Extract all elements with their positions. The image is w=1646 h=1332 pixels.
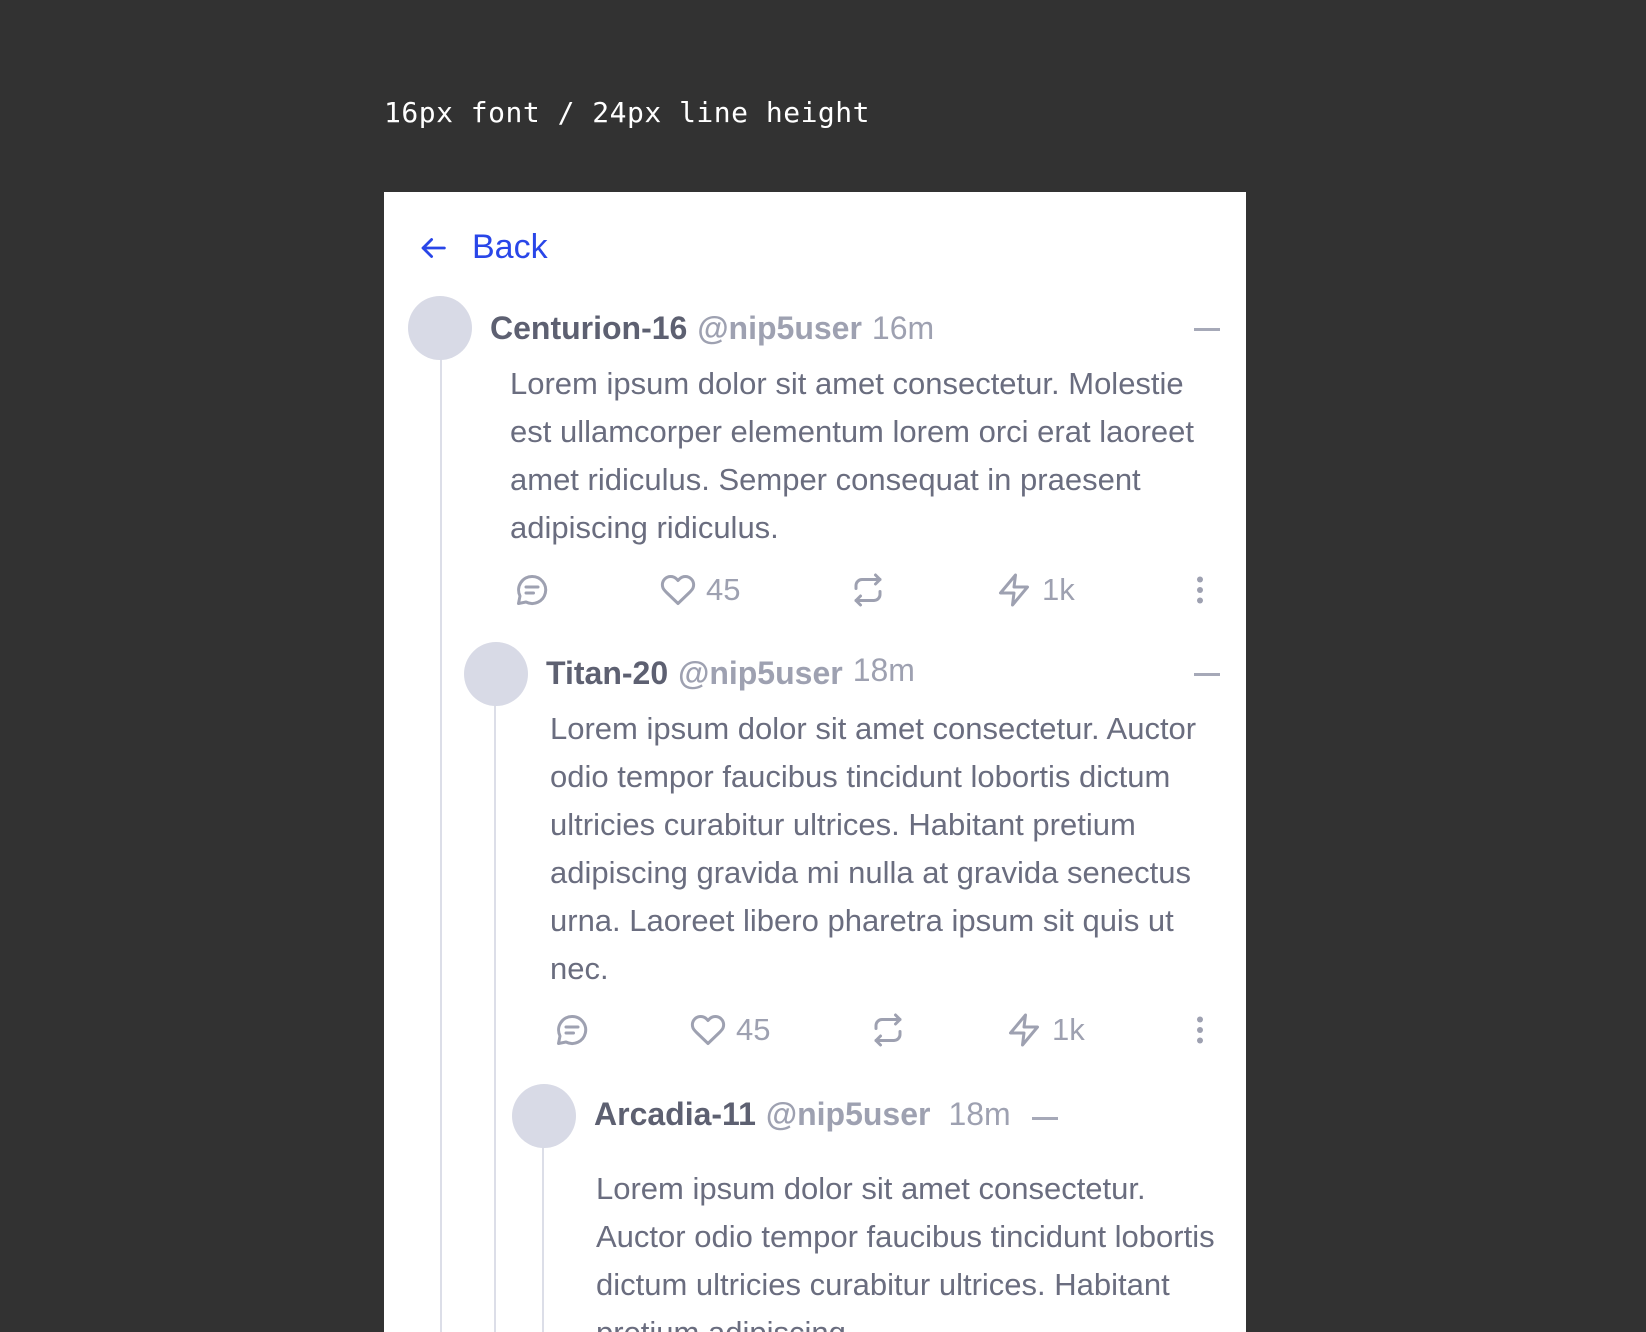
thread-card: Back Centurion-16 @nip5user 16m Lorem ip…	[384, 192, 1246, 1332]
collapse-button[interactable]	[1194, 673, 1220, 676]
more-button[interactable]	[1182, 572, 1218, 608]
lightning-icon	[999, 573, 1029, 607]
collapse-button[interactable]	[1194, 328, 1220, 331]
zap-button[interactable]: 1k	[996, 572, 1075, 608]
author-handle[interactable]: @nip5user	[766, 1096, 931, 1133]
thread-line-1	[440, 314, 442, 1332]
like-count: 45	[736, 1012, 771, 1047]
post-text: Lorem ipsum dolor sit amet consectetur. …	[510, 366, 1194, 545]
like-button[interactable]: 45	[690, 1012, 770, 1048]
post-time: 18m	[852, 652, 915, 688]
back-button[interactable]: Back	[416, 228, 548, 267]
avatar[interactable]	[464, 642, 528, 706]
more-button[interactable]	[1182, 1012, 1218, 1048]
post-time: 16m	[871, 310, 935, 346]
heart-icon	[660, 574, 696, 605]
reply-button[interactable]	[554, 1012, 590, 1048]
back-label: Back	[472, 228, 548, 266]
post-header: Arcadia-11 @nip5user 18m	[594, 1096, 1011, 1133]
collapse-button[interactable]	[1032, 1117, 1058, 1120]
heart-icon	[690, 1014, 726, 1045]
lightning-icon	[1009, 1013, 1039, 1047]
repost-icon	[854, 573, 882, 607]
thread-line-2	[494, 657, 496, 1332]
author-name[interactable]: Titan-20	[546, 655, 668, 692]
zap-button[interactable]: 1k	[1006, 1012, 1085, 1048]
arrow-left-icon	[421, 237, 446, 258]
comment-icon	[557, 1014, 588, 1045]
like-count: 45	[706, 572, 741, 607]
page-caption: 16px font / 24px line height	[384, 96, 871, 129]
more-vertical-icon	[1197, 1016, 1203, 1044]
like-button[interactable]: 45	[660, 572, 740, 608]
zap-count: 1k	[1052, 1012, 1085, 1047]
post-header: Titan-20 @nip5user 18m	[546, 652, 915, 692]
author-name[interactable]: Arcadia-11	[594, 1096, 756, 1133]
repost-button[interactable]	[850, 572, 886, 608]
post-time: 18m	[948, 1096, 1011, 1132]
reply-button[interactable]	[514, 572, 550, 608]
avatar[interactable]	[408, 296, 472, 360]
comment-icon	[517, 574, 548, 605]
post-text: Lorem ipsum dolor sit amet consectetur. …	[550, 711, 1197, 986]
zap-count: 1k	[1042, 572, 1075, 607]
repost-button[interactable]	[870, 1012, 906, 1048]
avatar[interactable]	[512, 1084, 576, 1148]
more-vertical-icon	[1197, 576, 1203, 604]
post-text: Lorem ipsum dolor sit amet consectetur. …	[596, 1171, 1215, 1332]
post-header: Centurion-16 @nip5user 16m	[490, 310, 934, 347]
repost-icon	[874, 1013, 902, 1047]
author-name[interactable]: Centurion-16	[490, 310, 687, 347]
author-handle[interactable]: @nip5user	[678, 655, 843, 692]
author-handle[interactable]: @nip5user	[697, 310, 862, 347]
